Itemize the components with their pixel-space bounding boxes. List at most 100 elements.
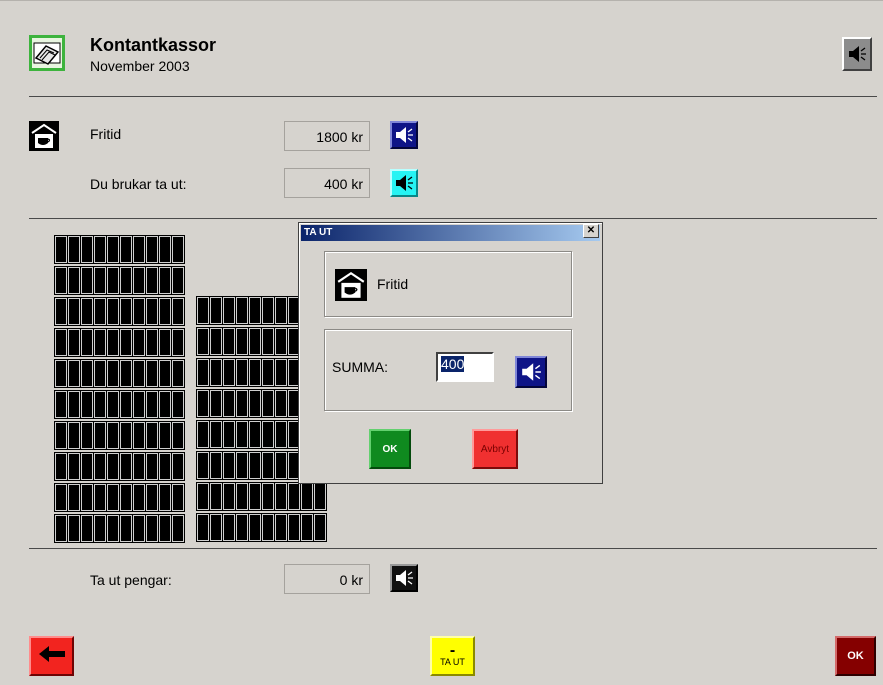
bill xyxy=(159,329,171,356)
bill xyxy=(146,515,158,542)
bill xyxy=(94,391,106,418)
speaker-icon[interactable] xyxy=(390,121,418,149)
bill xyxy=(172,484,184,511)
bill xyxy=(55,391,67,418)
bill xyxy=(81,391,93,418)
bill xyxy=(249,297,261,324)
speaker-icon[interactable] xyxy=(390,169,418,197)
speaker-icon[interactable] xyxy=(515,356,547,388)
withdraw-button[interactable]: - TA UT xyxy=(430,636,475,676)
bill xyxy=(262,483,274,510)
left-arrow-icon xyxy=(37,644,67,669)
bill xyxy=(223,359,235,386)
close-button[interactable]: ✕ xyxy=(583,224,599,238)
bill xyxy=(68,422,80,449)
bill xyxy=(55,267,67,294)
bill xyxy=(94,484,106,511)
bill xyxy=(107,298,119,325)
bill xyxy=(288,514,300,541)
bill xyxy=(301,514,313,541)
bill-row xyxy=(54,514,185,543)
bill xyxy=(133,236,145,263)
bill xyxy=(159,360,171,387)
bill xyxy=(133,329,145,356)
bill-row xyxy=(54,328,185,357)
bill xyxy=(249,421,261,448)
bill xyxy=(249,328,261,355)
bill xyxy=(133,422,145,449)
bill xyxy=(146,329,158,356)
bill xyxy=(133,391,145,418)
bill xyxy=(146,360,158,387)
bill xyxy=(223,452,235,479)
bill xyxy=(68,329,80,356)
dialog-cancel-button[interactable]: Avbryt xyxy=(472,429,518,469)
category-amount: 1800 kr xyxy=(284,121,370,151)
bill-row xyxy=(54,297,185,326)
bill xyxy=(172,329,184,356)
bill xyxy=(81,360,93,387)
bill xyxy=(275,483,287,510)
speaker-icon[interactable] xyxy=(842,37,872,71)
withdraw-dialog: TA UT ✕ Fritid SUMMA: 400 OK Avbryt xyxy=(298,222,603,484)
bill xyxy=(249,514,261,541)
bill xyxy=(172,453,184,480)
bill xyxy=(107,267,119,294)
dialog-ok-button[interactable]: OK xyxy=(369,429,411,469)
bill xyxy=(94,360,106,387)
dialog-title: TA UT xyxy=(301,225,600,241)
bill xyxy=(275,359,287,386)
bill xyxy=(94,329,106,356)
bill xyxy=(236,421,248,448)
bill xyxy=(55,484,67,511)
bill xyxy=(81,267,93,294)
bill xyxy=(81,515,93,542)
bill-row xyxy=(54,483,185,512)
bill xyxy=(68,298,80,325)
bill xyxy=(262,514,274,541)
bill xyxy=(262,359,274,386)
category-group: Fritid xyxy=(324,251,572,317)
bill xyxy=(262,297,274,324)
bill xyxy=(159,484,171,511)
bill xyxy=(236,514,248,541)
bill xyxy=(159,391,171,418)
bill xyxy=(55,329,67,356)
bill xyxy=(94,453,106,480)
bill xyxy=(94,298,106,325)
speaker-icon[interactable] xyxy=(390,564,418,592)
bill xyxy=(133,484,145,511)
ok-button[interactable]: OK xyxy=(835,636,876,676)
bill xyxy=(107,453,119,480)
bill xyxy=(249,452,261,479)
bill xyxy=(249,359,261,386)
bill-row xyxy=(54,452,185,481)
bill xyxy=(275,390,287,417)
back-button[interactable] xyxy=(29,636,74,676)
bill xyxy=(146,453,158,480)
bill xyxy=(55,360,67,387)
bill xyxy=(172,515,184,542)
dialog-category-label: Fritid xyxy=(377,276,409,292)
bill xyxy=(133,360,145,387)
bill xyxy=(210,328,222,355)
bill xyxy=(159,298,171,325)
bill xyxy=(236,390,248,417)
bill xyxy=(314,514,326,541)
bill xyxy=(107,484,119,511)
bill xyxy=(146,298,158,325)
bill xyxy=(81,422,93,449)
bill xyxy=(275,452,287,479)
bill xyxy=(210,359,222,386)
bill xyxy=(210,297,222,324)
withdraw-label: Ta ut pengar: xyxy=(90,572,172,588)
bill xyxy=(133,298,145,325)
bill xyxy=(275,297,287,324)
bill xyxy=(55,422,67,449)
bill xyxy=(55,236,67,263)
bill xyxy=(172,236,184,263)
bill xyxy=(94,515,106,542)
bill xyxy=(159,267,171,294)
page-subtitle: November 2003 xyxy=(90,58,190,74)
summa-input[interactable]: 400 xyxy=(436,352,494,382)
